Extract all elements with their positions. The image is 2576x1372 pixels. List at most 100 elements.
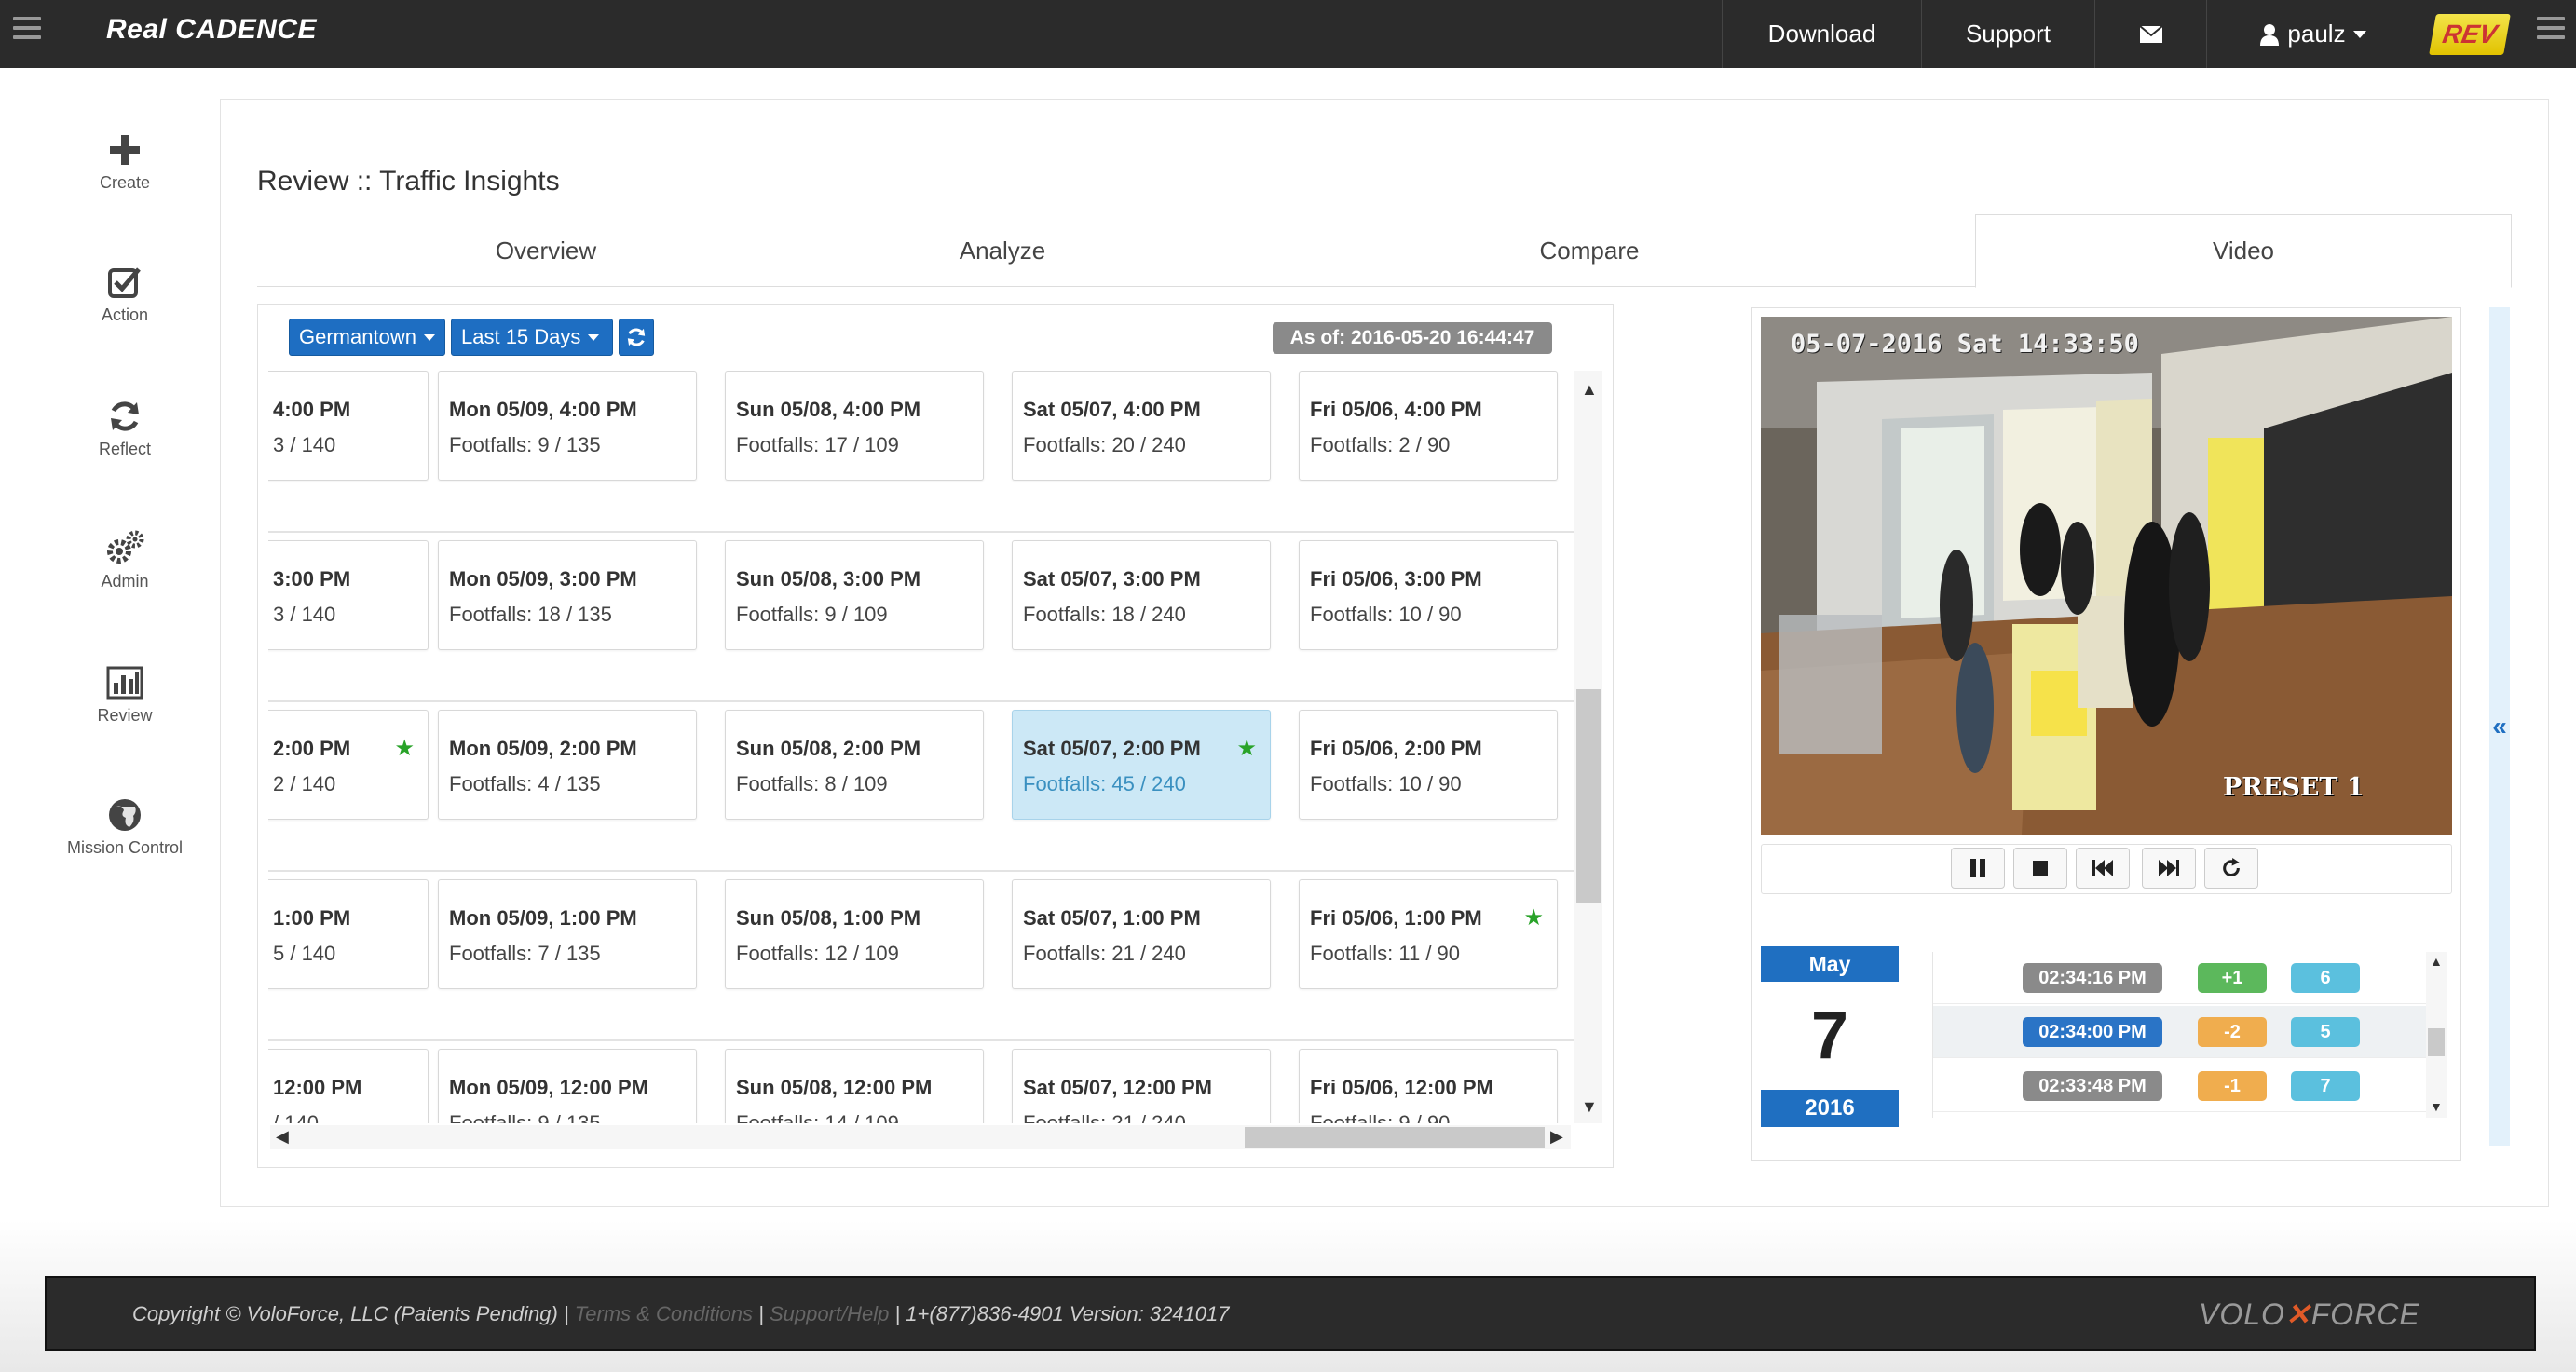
grid-vertical-scroll-thumb[interactable] (1576, 689, 1601, 903)
terms-link[interactable]: Terms & Conditions (575, 1302, 753, 1325)
scroll-up-arrow-icon[interactable]: ▲ (2430, 954, 2443, 969)
hourly-grid[interactable]: 4:00 PM 3 / 140 Mon 05/09, 4:00 PM Footfall… (268, 371, 1574, 1123)
hour-card[interactable]: Fri 05/06, 2:00 PM Footfalls: 10 / 90 (1299, 710, 1558, 820)
sidebar-item-action[interactable]: Action (50, 263, 199, 325)
download-link[interactable]: Download (1722, 0, 1921, 68)
hour-card[interactable]: Mon 05/09, 3:00 PM Footfalls: 18 / 135 (438, 540, 697, 650)
hour-card[interactable]: Sun 05/08, 1:00 PM Footfalls: 12 / 109 (725, 879, 984, 989)
tab-analyze[interactable]: Analyze (835, 214, 1170, 287)
replay-icon (2223, 858, 2240, 877)
hour-card[interactable]: Sat 05/07, 12:00 PM Footfalls: 21 / 240 (1012, 1049, 1271, 1123)
event-time-badge[interactable]: 02:34:16 PM (2023, 963, 2162, 993)
event-time-badge[interactable]: 02:34:00 PM (2023, 1017, 2162, 1047)
sidebar-item-create[interactable]: Create (50, 130, 199, 193)
support-label: Support (1965, 20, 2051, 48)
tab-compare[interactable]: Compare (1431, 214, 1748, 287)
hour-card-title: Sun 05/08, 12:00 PM (736, 1076, 933, 1099)
event-time-badge[interactable]: 02:33:48 PM (2023, 1071, 2162, 1101)
hour-card[interactable]: 3:00 PM 3 / 140 (268, 540, 429, 650)
hour-card-footfalls: Footfalls: 9 / 135 (449, 433, 601, 456)
stop-button[interactable] (2013, 848, 2067, 889)
sidebar-label: Review (97, 706, 153, 725)
hour-card-title: Fri 05/06, 1:00 PM (1310, 906, 1482, 930)
hour-card-footfalls: Footfalls: 8 / 109 (736, 772, 888, 795)
scroll-down-arrow-icon[interactable]: ▼ (2430, 1099, 2443, 1114)
gears-icon (105, 529, 144, 568)
hour-card-title: Sun 05/08, 4:00 PM (736, 398, 921, 421)
hour-card[interactable]: Fri 05/06, 1:00 PM Footfalls: 11 / 90 ★ (1299, 879, 1558, 989)
hour-card-footfalls: Footfalls: 9 / 135 (449, 1111, 601, 1123)
hour-card[interactable]: 12:00 PM / 140 (268, 1049, 429, 1123)
event-list-scroll-thumb[interactable] (2428, 1028, 2445, 1056)
hour-card[interactable]: Sat 05/07, 1:00 PM Footfalls: 21 / 240 (1012, 879, 1271, 989)
video-player[interactable] (1761, 317, 2452, 835)
range-label: Last 15 Days (461, 325, 581, 348)
hour-card-title: Mon 05/09, 4:00 PM (449, 398, 637, 421)
hour-card[interactable]: 2:00 PM 2 / 140 ★ (268, 710, 429, 820)
star-icon: ★ (1236, 736, 1257, 761)
checkbox-icon (105, 263, 144, 302)
user-name: paulz (2287, 20, 2346, 48)
sidebar-item-admin[interactable]: Admin (50, 529, 199, 591)
hour-card[interactable]: Mon 05/09, 2:00 PM Footfalls: 4 / 135 (438, 710, 697, 820)
partner-logo[interactable]: REV (2419, 0, 2519, 68)
hour-card[interactable]: Sun 05/08, 12:00 PM Footfalls: 14 / 109 (725, 1049, 984, 1123)
hour-card[interactable]: Sat 05/07, 4:00 PM Footfalls: 20 / 240 (1012, 371, 1271, 481)
skip-forward-button[interactable] (2142, 848, 2196, 889)
grid-row: 12:00 PM / 140 Mon 05/09, 12:00 PM Footfall… (268, 1043, 1574, 1123)
hour-card[interactable]: Mon 05/09, 12:00 PM Footfalls: 9 / 135 (438, 1049, 697, 1123)
hour-card-footfalls: Footfalls: 2 / 90 (1310, 433, 1451, 456)
date-calendar[interactable]: May 7 2016 (1761, 946, 1899, 1127)
hour-card[interactable]: Mon 05/09, 4:00 PM Footfalls: 9 / 135 (438, 371, 697, 481)
hour-card[interactable]: Sat 05/07, 3:00 PM Footfalls: 18 / 240 (1012, 540, 1271, 650)
hour-card-title: 1:00 PM (273, 906, 351, 930)
grid-row: 4:00 PM 3 / 140 Mon 05/09, 4:00 PM Footfall… (268, 371, 1574, 533)
video-timestamp: 05-07-2016 Sat 14:33:50 (1791, 330, 2139, 359)
sidebar-item-review[interactable]: Review (50, 663, 199, 726)
hour-card[interactable]: Sat 05/07, 2:00 PM Footfalls: 45 / 240 ★ (1012, 710, 1271, 820)
grid-horizontal-scroll-thumb[interactable] (1245, 1127, 1545, 1148)
hour-card[interactable]: Fri 05/06, 4:00 PM Footfalls: 2 / 90 (1299, 371, 1558, 481)
pause-button[interactable] (1951, 848, 2005, 889)
tab-overview[interactable]: Overview (257, 214, 835, 287)
user-menu[interactable]: paulz (2206, 0, 2419, 68)
scroll-left-arrow-icon[interactable]: ◀ (276, 1127, 289, 1147)
skip-back-button[interactable] (2076, 848, 2130, 889)
mail-icon[interactable] (2094, 0, 2206, 68)
scroll-right-arrow-icon[interactable]: ▶ (1550, 1127, 1563, 1147)
hour-card[interactable]: 4:00 PM 3 / 140 (268, 371, 429, 481)
star-icon: ★ (394, 736, 415, 761)
hour-card[interactable]: Sun 05/08, 3:00 PM Footfalls: 9 / 109 (725, 540, 984, 650)
location-dropdown[interactable]: Germantown (289, 319, 445, 356)
support-link[interactable]: Support (1921, 0, 2094, 68)
refresh-button[interactable] (619, 319, 654, 356)
hour-card[interactable]: Fri 05/06, 3:00 PM Footfalls: 10 / 90 (1299, 540, 1558, 650)
scroll-up-arrow-icon[interactable]: ▲ (1581, 380, 1598, 400)
hour-card[interactable]: Sun 05/08, 4:00 PM Footfalls: 17 / 109 (725, 371, 984, 481)
collapse-panel-button[interactable]: « (2489, 307, 2510, 1146)
event-row[interactable]: 02:33:48 PM -1 7 (1933, 1060, 2427, 1112)
event-row[interactable]: 02:34:00 PM -2 5 (1933, 1006, 2427, 1058)
menu-icon[interactable] (13, 17, 41, 41)
hour-card[interactable]: Mon 05/09, 1:00 PM Footfalls: 7 / 135 (438, 879, 697, 989)
brand-logo[interactable]: Real CADENCE (106, 11, 317, 48)
sidebar-item-reflect[interactable]: Reflect (50, 397, 199, 459)
tab-video[interactable]: Video (1975, 214, 2512, 288)
hour-card-footfalls: Footfalls: 7 / 135 (449, 942, 601, 965)
support-help-link[interactable]: Support/Help (770, 1302, 889, 1325)
menu-right-icon[interactable] (2537, 17, 2565, 41)
hour-card[interactable]: Sun 05/08, 2:00 PM Footfalls: 8 / 109 (725, 710, 984, 820)
date-range-dropdown[interactable]: Last 15 Days (451, 319, 613, 356)
tab-label: Overview (495, 236, 597, 265)
sidebar-item-mission-control[interactable]: Mission Control (50, 795, 199, 858)
replay-button[interactable] (2204, 848, 2258, 889)
event-row[interactable]: 02:34:16 PM +1 6 (1933, 952, 2427, 1004)
footer-separator: | (758, 1302, 764, 1325)
scroll-down-arrow-icon[interactable]: ▼ (1581, 1097, 1598, 1117)
hour-card[interactable]: 1:00 PM 5 / 140 (268, 879, 429, 989)
rev-logo-icon: REV (2428, 13, 2511, 55)
hour-card[interactable]: Fri 05/06, 12:00 PM Footfalls: 9 / 90 (1299, 1049, 1558, 1123)
hour-card-footfalls: Footfalls: 10 / 90 (1310, 603, 1462, 626)
download-label: Download (1767, 20, 1876, 48)
sidebar-label: Admin (101, 572, 149, 591)
